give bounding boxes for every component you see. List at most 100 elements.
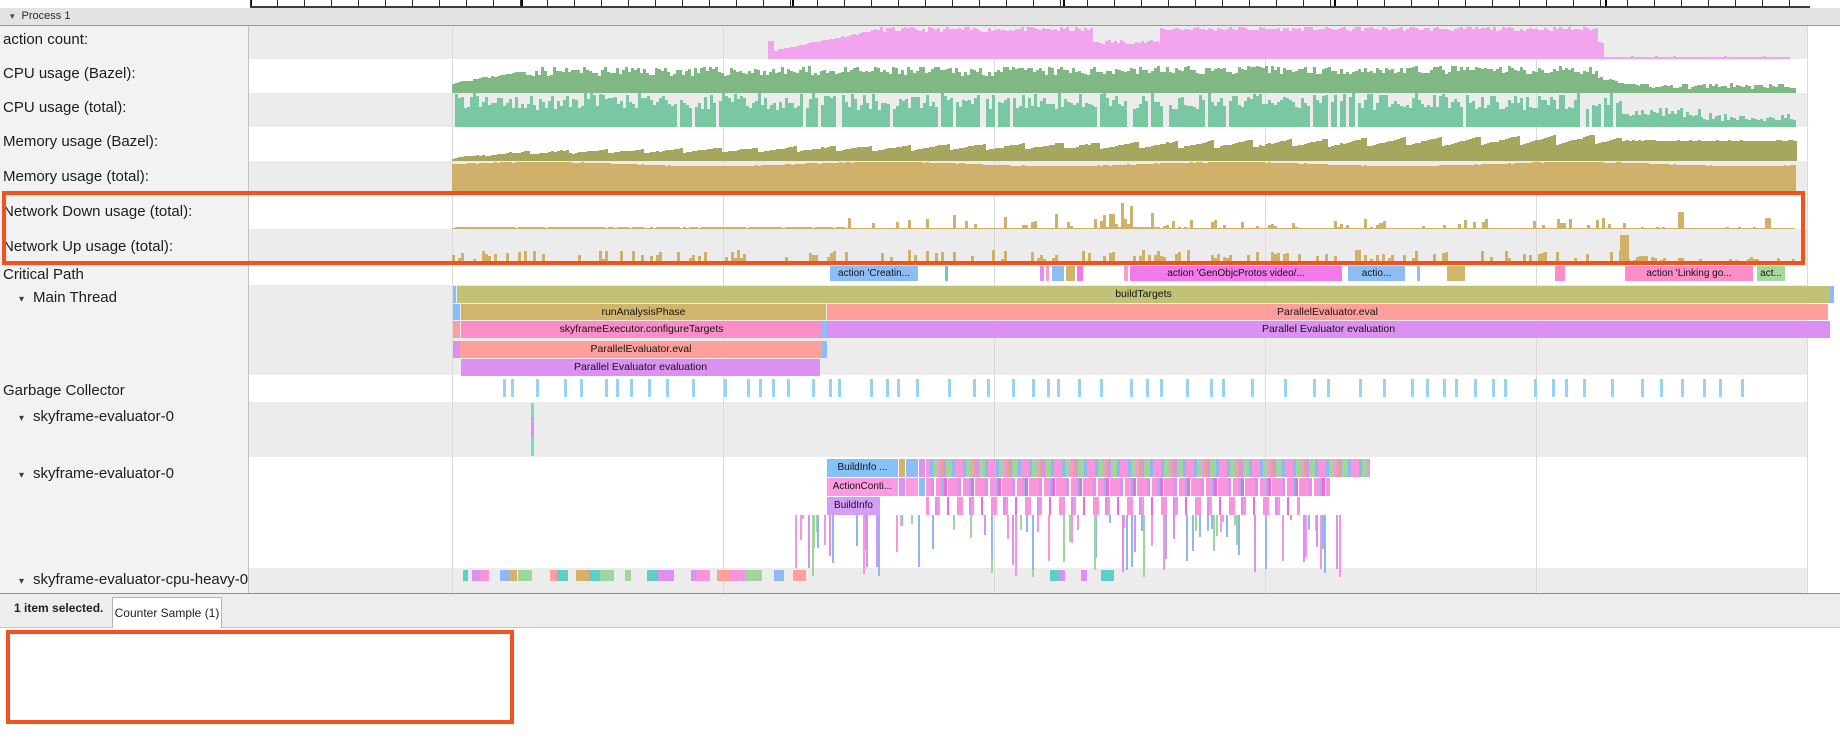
gc-tick[interactable] — [772, 379, 775, 397]
critical-path-span[interactable] — [1066, 266, 1075, 281]
gc-tick[interactable] — [1443, 379, 1446, 397]
gc-tick[interactable] — [536, 379, 539, 397]
main-thread-span[interactable]: runAnalysisPhase — [461, 304, 826, 320]
cpu-heavy-event[interactable] — [1081, 570, 1087, 581]
gc-tick[interactable] — [759, 379, 762, 397]
gc-tick[interactable] — [1660, 379, 1663, 397]
skyframe2-span[interactable] — [899, 459, 905, 477]
gc-tick[interactable] — [1611, 379, 1614, 397]
main-thread-span[interactable] — [453, 341, 460, 358]
cpu-heavy-event[interactable] — [793, 570, 806, 581]
cpu-heavy-event[interactable] — [463, 570, 468, 581]
cpu-heavy-event[interactable] — [730, 570, 745, 581]
gc-tick[interactable] — [1641, 379, 1644, 397]
gc-tick[interactable] — [1383, 379, 1386, 397]
critical-path-span[interactable] — [1077, 266, 1083, 281]
gc-tick[interactable] — [916, 379, 919, 397]
skyframe2-span[interactable]: BuildInfo ... — [827, 459, 898, 477]
critical-path-span[interactable]: action 'Creatin... — [830, 266, 918, 281]
cpu-heavy-event[interactable] — [500, 570, 510, 581]
gc-tick[interactable] — [1583, 379, 1586, 397]
track-row-bg[interactable] — [248, 402, 1807, 457]
main-thread-span[interactable] — [453, 286, 456, 303]
main-thread-span[interactable]: skyframeExecutor.configureTargets — [461, 321, 822, 338]
gc-tick[interactable] — [692, 379, 695, 397]
counter-chart-memory-usage-bazel-[interactable] — [248, 127, 1807, 161]
gc-tick[interactable] — [630, 379, 633, 397]
gc-tick[interactable] — [1222, 379, 1225, 397]
gc-tick[interactable] — [648, 379, 651, 397]
critical-path-span[interactable]: action 'GenObjcProtos video/... — [1130, 266, 1342, 281]
gc-tick[interactable] — [1313, 379, 1316, 397]
gc-tick[interactable] — [1719, 379, 1722, 397]
gc-tick[interactable] — [1492, 379, 1495, 397]
cpu-heavy-event[interactable] — [774, 570, 784, 581]
counter-chart-action-count[interactable] — [248, 26, 1807, 59]
main-thread-span[interactable]: buildTargets — [457, 286, 1830, 303]
skyframe2-span[interactable] — [899, 478, 905, 496]
skyframe2-span[interactable] — [906, 478, 918, 496]
cpu-heavy-event[interactable] — [600, 570, 614, 581]
main-thread-span[interactable] — [1830, 286, 1834, 303]
cpu-heavy-event[interactable] — [717, 570, 730, 581]
gc-tick[interactable] — [1474, 379, 1477, 397]
gc-tick[interactable] — [503, 379, 506, 397]
track-row-bg[interactable] — [248, 375, 1807, 402]
gc-tick[interactable] — [1251, 379, 1254, 397]
skyframe2-span[interactable] — [906, 459, 918, 477]
gc-tick[interactable] — [1534, 379, 1537, 397]
critical-path-span[interactable]: actio... — [1348, 266, 1405, 281]
gc-tick[interactable] — [1741, 379, 1744, 397]
gc-tick[interactable] — [897, 379, 900, 397]
cpu-heavy-event[interactable] — [696, 570, 710, 581]
collapse-icon[interactable]: ▾ — [19, 294, 24, 305]
collapse-icon[interactable]: ▾ — [19, 413, 24, 424]
gc-tick[interactable] — [1078, 379, 1081, 397]
cpu-heavy-event[interactable] — [589, 570, 600, 581]
gc-tick[interactable] — [1012, 379, 1015, 397]
gc-tick[interactable] — [1552, 379, 1555, 397]
critical-path-span[interactable] — [1447, 266, 1465, 281]
cpu-heavy-event[interactable] — [510, 570, 517, 581]
track-row-bg[interactable] — [248, 263, 1807, 285]
main-thread-span[interactable]: Parallel Evaluator evaluation — [461, 359, 820, 376]
gc-tick[interactable] — [973, 379, 976, 397]
counter-chart-memory-usage-total-[interactable] — [248, 161, 1807, 195]
gc-tick[interactable] — [787, 379, 790, 397]
event-stripe-block[interactable] — [926, 497, 1300, 515]
gc-tick[interactable] — [724, 379, 727, 397]
cpu-heavy-event[interactable] — [576, 570, 589, 581]
main-thread-span[interactable] — [822, 341, 827, 358]
tab-counter-sample[interactable]: Counter Sample (1) — [112, 597, 222, 628]
timeline-ruler[interactable] — [250, 0, 1810, 8]
cpu-heavy-event[interactable] — [625, 570, 631, 581]
critical-path-span[interactable] — [1417, 266, 1420, 281]
gc-tick[interactable] — [948, 379, 951, 397]
cpu-heavy-event[interactable] — [480, 570, 489, 581]
gc-tick[interactable] — [580, 379, 583, 397]
cpu-heavy-event[interactable] — [1060, 570, 1065, 581]
gc-tick[interactable] — [1565, 379, 1568, 397]
main-thread-span[interactable] — [453, 321, 460, 338]
gc-tick[interactable] — [1455, 379, 1458, 397]
event-stripe-block[interactable] — [926, 478, 1330, 496]
gc-tick[interactable] — [1359, 379, 1362, 397]
gc-tick[interactable] — [1504, 379, 1507, 397]
gc-tick[interactable] — [666, 379, 669, 397]
critical-path-span[interactable] — [1124, 266, 1128, 281]
critical-path-span[interactable]: action 'Linking go... — [1625, 266, 1753, 281]
gc-tick[interactable] — [616, 379, 619, 397]
cpu-heavy-event[interactable] — [472, 570, 480, 581]
critical-path-span[interactable] — [1555, 266, 1565, 281]
counter-chart-network-up-usage-total-[interactable] — [248, 229, 1807, 263]
gc-tick[interactable] — [1186, 379, 1189, 397]
gc-tick[interactable] — [1411, 379, 1414, 397]
gc-tick[interactable] — [812, 379, 815, 397]
skyframe2-span[interactable]: BuildInfo — [827, 497, 880, 515]
gc-tick[interactable] — [1130, 379, 1133, 397]
gc-tick[interactable] — [605, 379, 608, 397]
critical-path-span[interactable] — [1046, 266, 1049, 281]
gc-tick[interactable] — [1032, 379, 1035, 397]
cpu-heavy-event[interactable] — [550, 570, 557, 581]
skyframe2-span[interactable]: ActionConti... — [827, 478, 898, 496]
